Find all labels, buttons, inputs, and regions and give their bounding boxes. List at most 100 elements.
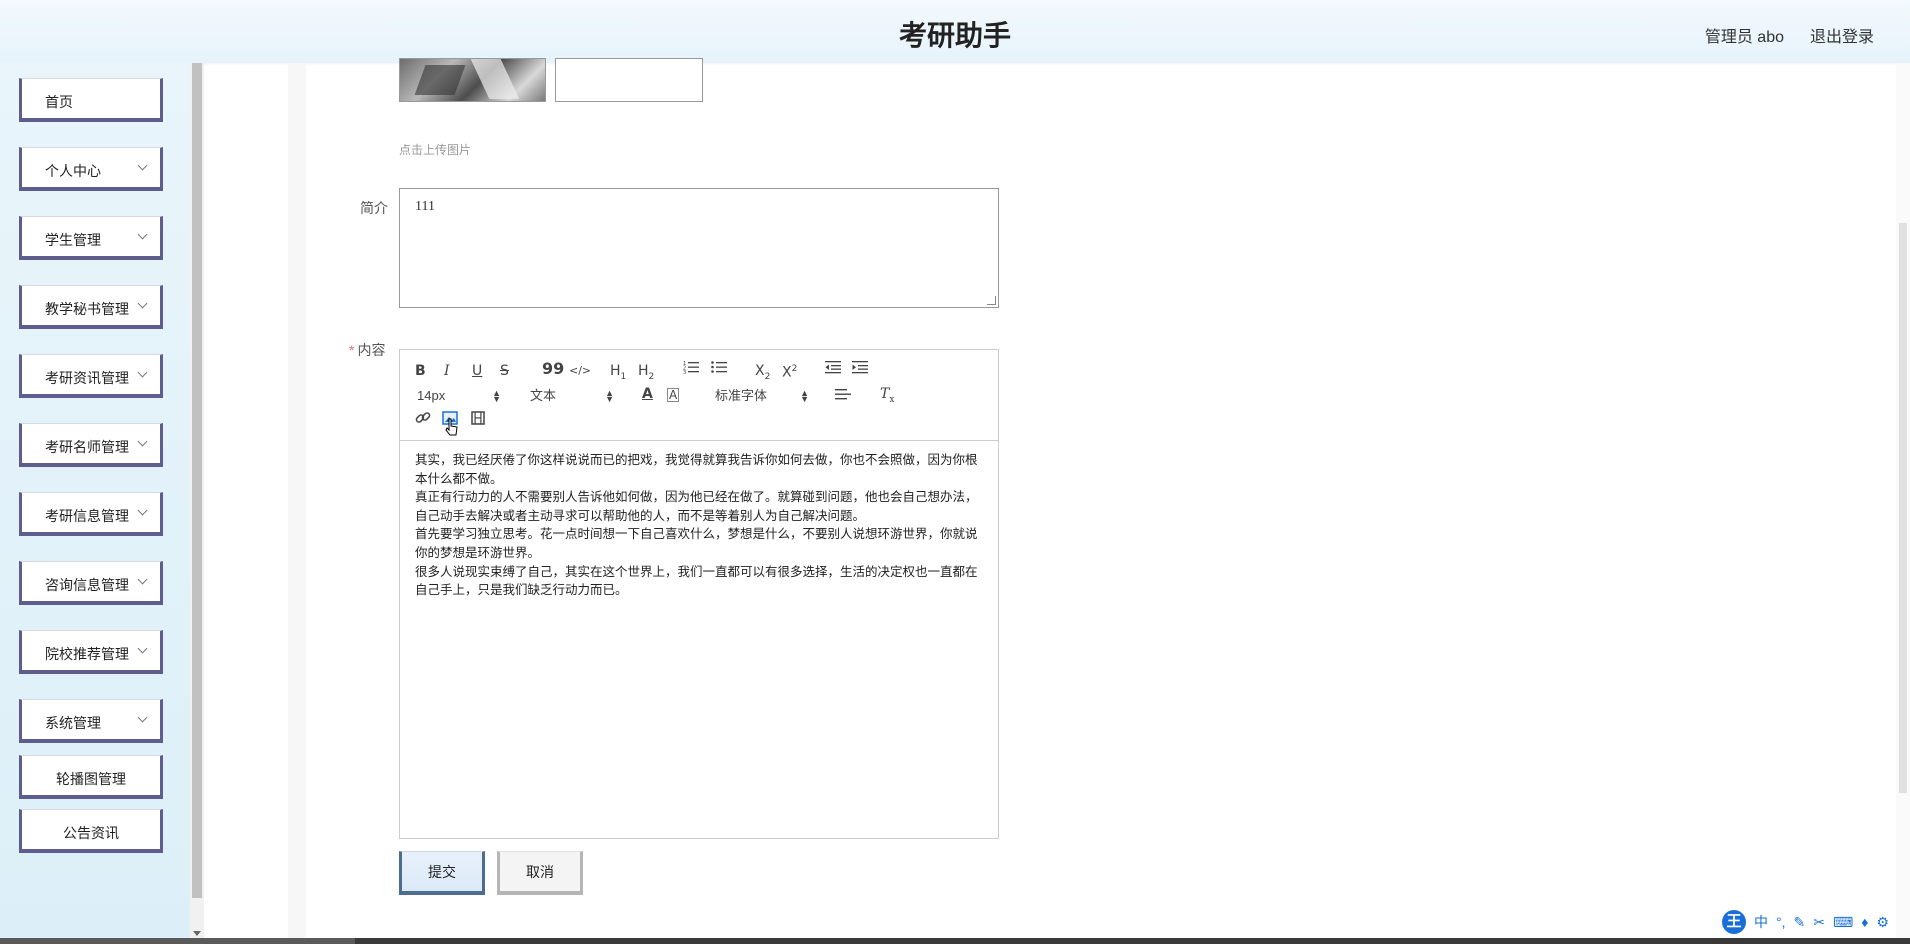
scrollbar-thumb[interactable] (1899, 223, 1907, 793)
ime-mode-toggle[interactable]: 中 (1754, 912, 1768, 932)
main-left-gutter (288, 63, 306, 940)
code-button[interactable]: </> (569, 362, 591, 380)
intro-label: 简介 (360, 200, 388, 216)
strike-button[interactable]: S (500, 362, 509, 380)
link-icon[interactable] (415, 410, 431, 431)
sidebar-item-personal-center[interactable]: 个人中心 (19, 147, 163, 191)
superscript-button[interactable]: X2 (782, 360, 797, 382)
sidebar-item-label: 教学秘书管理 (45, 301, 129, 317)
editor-paragraph: 其实，我已经厌倦了你这样说说而已的把戏，我觉得就算我告诉你如何去做，你也不会照做… (415, 453, 978, 486)
sidebar: 首页 个人中心 学生管理 教学秘书管理 考研资讯管理 考研名师管理 考研信息管理… (0, 63, 190, 940)
sidebar-item-label: 咨询信息管理 (45, 577, 129, 593)
upload-hint-text: 点击上传图片 (399, 143, 472, 157)
sidebar-item-exam-news[interactable]: 考研资讯管理 (19, 354, 163, 398)
sidebar-item-label: 院校推荐管理 (45, 646, 129, 662)
editor-content[interactable]: 其实，我已经厌倦了你这样说说而已的把戏，我觉得就算我告诉你如何去做，你也不会照做… (415, 451, 985, 600)
blockquote-button[interactable]: 99 (542, 360, 564, 378)
font-size-select[interactable]: 14px ▲ ▼ (417, 387, 501, 405)
ime-pen-icon[interactable]: ✎ (1794, 914, 1806, 931)
uploaded-image-thumbnail[interactable] (399, 58, 546, 102)
underline-button[interactable]: U (472, 362, 482, 380)
video-icon[interactable] (470, 410, 486, 431)
editor-paragraph: 很多人说现实束缚了自己，其实在这个世界上，我们一直都可以有很多选择，生活的决定权… (415, 564, 978, 598)
admin-user-label: 管理员 abo (1704, 29, 1784, 46)
select-arrows-icon: ▲ ▼ (800, 388, 809, 404)
required-asterisk: * (349, 342, 355, 358)
rich-text-editor[interactable]: B I U S 99 </> H1 H2 123 X2 X2 14px ▲ ▼ 文… (399, 349, 999, 839)
ime-toolbar[interactable]: 王 中 °, ✎ ✂ ⌨ ♦ ⚙ (1722, 909, 1889, 935)
cancel-button[interactable]: 取消 (497, 851, 583, 895)
resize-grip-icon[interactable] (987, 296, 996, 305)
sidebar-item-announcements[interactable]: 公告资讯 (19, 809, 163, 853)
chevron-down-icon (137, 367, 148, 378)
submit-button[interactable]: 提交 (399, 851, 485, 895)
chevron-down-icon (137, 160, 148, 171)
sidebar-item-teaching-secretary[interactable]: 教学秘书管理 (19, 285, 163, 329)
scrollbar-thumb[interactable] (192, 63, 202, 898)
chevron-down-icon (137, 574, 148, 585)
ime-scissors-icon[interactable]: ✂ (1813, 914, 1825, 931)
top-header: 考研助手 管理员 abo 退出登录 (0, 0, 1910, 63)
taskbar-strip (0, 938, 1910, 944)
chevron-down-icon (137, 712, 148, 723)
content-label: * 内容 (349, 340, 385, 360)
sidebar-item-consultation[interactable]: 咨询信息管理 (19, 561, 163, 605)
sidebar-item-carousel[interactable]: 轮播图管理 (19, 755, 163, 799)
sidebar-item-system[interactable]: 系统管理 (19, 699, 163, 743)
logout-link[interactable]: 退出登录 (1810, 23, 1874, 47)
sidebar-item-home[interactable]: 首页 (19, 78, 163, 122)
align-icon[interactable] (835, 387, 851, 406)
ime-logo-icon[interactable]: 王 (1722, 910, 1746, 934)
sidebar-item-label: 公告资讯 (63, 825, 119, 841)
editor-paragraph: 首先要学习独立思考。花一点时间想一下自己喜欢什么，梦想是什么，不要别人说想环游世… (415, 527, 978, 560)
upload-image-box[interactable] (555, 58, 703, 102)
select-arrows-icon: ▲ ▼ (492, 388, 501, 404)
chevron-down-icon (137, 436, 148, 447)
sidebar-item-label: 个人中心 (45, 163, 101, 179)
indent-icon[interactable] (852, 360, 868, 379)
font-family-value: 标准字体 (715, 388, 768, 403)
chevron-down-icon (137, 229, 148, 240)
sidebar-item-school-recommend[interactable]: 院校推荐管理 (19, 630, 163, 674)
outdent-icon[interactable] (825, 360, 841, 379)
ime-keyboard-icon[interactable]: ⌨ (1833, 914, 1853, 931)
ime-settings-icon[interactable]: ⚙ (1876, 914, 1889, 931)
sidebar-item-students[interactable]: 学生管理 (19, 216, 163, 260)
sidebar-item-label: 考研名师管理 (45, 439, 129, 455)
background-color-icon[interactable]: A (667, 388, 680, 402)
chevron-down-icon (137, 505, 148, 516)
sidebar-item-exam-info[interactable]: 考研信息管理 (19, 492, 163, 536)
svg-text:3: 3 (683, 370, 686, 374)
ime-punctuation-icon[interactable]: °, (1776, 914, 1786, 930)
ime-skin-icon[interactable]: ♦ (1861, 914, 1868, 930)
chevron-down-icon (137, 298, 148, 309)
ordered-list-icon[interactable]: 123 (683, 360, 699, 379)
main-scrollbar[interactable] (1896, 63, 1910, 940)
editor-paragraph: 真正有行动力的人不需要别人告诉他如何做，因为他已经在做了。就算碰到问题，他也会自… (415, 490, 978, 523)
scroll-down-arrow-icon[interactable] (193, 931, 201, 936)
text-style-select[interactable]: 文本 ▲ ▼ (530, 387, 614, 405)
font-family-select[interactable]: 标准字体 ▲ ▼ (715, 387, 809, 405)
content-label-text: 内容 (357, 342, 386, 358)
select-arrows-icon: ▲ ▼ (605, 388, 614, 404)
sidebar-item-label: 首页 (45, 94, 73, 110)
intro-value: 111 (415, 199, 435, 214)
font-color-icon[interactable]: A (642, 385, 653, 403)
sidebar-item-label: 考研资讯管理 (45, 370, 129, 386)
bullet-list-icon[interactable] (711, 360, 727, 379)
sidebar-scrollbar[interactable] (190, 63, 204, 940)
sidebar-item-label: 学生管理 (45, 232, 101, 248)
intro-textarea[interactable]: 111 (399, 188, 999, 308)
h1-button[interactable]: H1 (610, 362, 626, 386)
sidebar-item-famous-teachers[interactable]: 考研名师管理 (19, 423, 163, 467)
text-style-value: 文本 (530, 388, 557, 403)
clear-format-icon[interactable]: Tx (880, 385, 894, 409)
italic-button[interactable]: I (444, 362, 450, 380)
h2-button[interactable]: H2 (638, 362, 654, 386)
sidebar-item-label: 系统管理 (45, 715, 101, 731)
sidebar-item-label: 考研信息管理 (45, 508, 129, 524)
subscript-button[interactable]: X2 (755, 362, 770, 386)
editor-toolbar: B I U S 99 </> H1 H2 123 X2 X2 14px ▲ ▼ 文… (400, 350, 998, 441)
sidebar-item-label: 轮播图管理 (56, 771, 126, 787)
bold-button[interactable]: B (415, 362, 426, 380)
